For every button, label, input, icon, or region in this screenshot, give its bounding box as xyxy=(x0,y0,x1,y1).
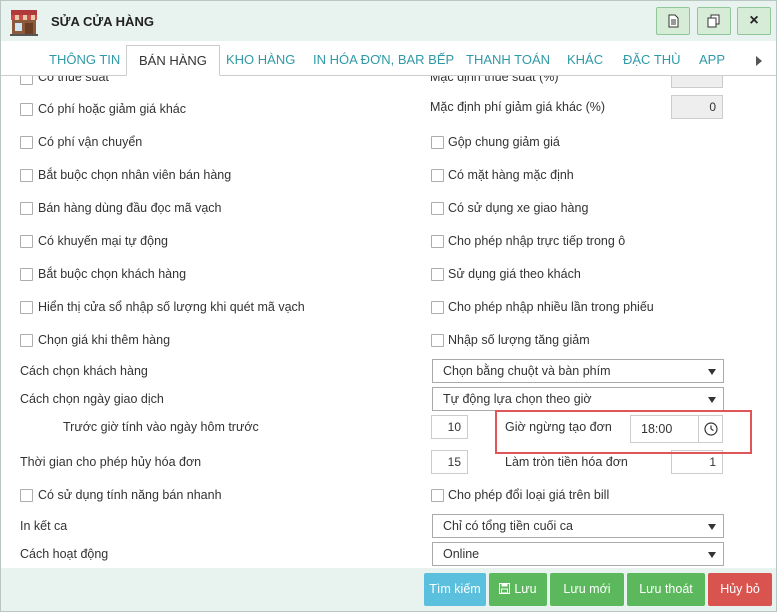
chevron-down-icon xyxy=(708,397,716,403)
tab-thanh-toan[interactable]: THANH TOÁN xyxy=(466,45,550,75)
label-qty-popup: Hiển thị cửa sổ nhập số lượng khi quét m… xyxy=(38,300,305,314)
checkbox-quick-sale[interactable] xyxy=(20,489,33,502)
label-direct-input: Cho phép nhập trực tiếp trong ô xyxy=(448,234,626,248)
checkbox-multi-input[interactable] xyxy=(431,301,444,314)
label-default-item: Có mặt hàng mặc định xyxy=(448,168,574,182)
checkbox[interactable] xyxy=(20,76,33,85)
checkbox-change-price-type[interactable] xyxy=(431,489,444,502)
label-barcode: Bán hàng dùng đầu đọc mã vạch xyxy=(38,201,222,215)
label-shift-print: In kết ca xyxy=(20,519,68,533)
tax-default-field[interactable] xyxy=(671,76,723,88)
label-multi-input: Cho phép nhập nhiều lần trong phiếu xyxy=(448,300,654,314)
search-button[interactable]: Tìm kiếm xyxy=(424,573,486,606)
checkbox-choose-price[interactable] xyxy=(20,334,33,347)
copy-button[interactable] xyxy=(697,7,731,35)
chevron-down-icon xyxy=(708,552,716,558)
before-hour-field[interactable]: 10 xyxy=(431,415,468,439)
copy-icon xyxy=(707,14,720,28)
title-bar: SỬA CỬA HÀNG × xyxy=(1,1,776,41)
trans-date-value: Tự động lựa chọn theo giờ xyxy=(443,392,592,406)
partial-label: Có thuế suất xyxy=(38,76,109,84)
close-button[interactable]: × xyxy=(737,7,771,35)
mode-select[interactable]: Online xyxy=(432,542,724,566)
print-button[interactable] xyxy=(656,7,690,35)
footer-bar: Tìm kiếm Lưu Lưu mới Lưu thoát Hủy bỏ xyxy=(1,568,776,611)
checkbox-require-staff[interactable] xyxy=(20,169,33,182)
edit-store-dialog: SỬA CỬA HÀNG × THÔNG TIN BÁN HÀNG KHO HÀ… xyxy=(0,0,777,612)
sales-settings-panel: Có thuế suất Mặc định thuế suất (%) Có p… xyxy=(1,76,776,566)
cancel-button[interactable]: Hủy bỏ xyxy=(708,573,772,606)
tab-scroll-right-icon[interactable] xyxy=(756,56,762,66)
label-qty-stepper: Nhập số lượng tăng giảm xyxy=(448,333,590,347)
shift-print-select[interactable]: Chỉ có tổng tiền cuối ca xyxy=(432,514,724,538)
trans-date-select[interactable]: Tự động lựa chọn theo giờ xyxy=(432,387,724,411)
store-icon xyxy=(10,10,38,36)
tab-kho-hang[interactable]: KHO HÀNG xyxy=(226,45,295,75)
label-delivery-vehicle: Có sử dụng xe giao hàng xyxy=(448,201,589,215)
chevron-down-icon xyxy=(708,369,716,375)
checkbox-qty-popup[interactable] xyxy=(20,301,33,314)
tab-thong-tin[interactable]: THÔNG TIN xyxy=(49,45,120,75)
cancel-time-field[interactable]: 15 xyxy=(431,450,468,474)
label-cancel-time: Thời gian cho phép hủy hóa đơn xyxy=(20,455,202,469)
tab-in-hoa-don[interactable]: IN HÓA ĐƠN, BAR BẾP xyxy=(313,45,454,75)
checkbox-other-fee[interactable] xyxy=(20,103,33,116)
shift-print-value: Chỉ có tổng tiền cuối ca xyxy=(443,519,573,533)
checkbox-auto-promo[interactable] xyxy=(20,235,33,248)
label-trans-date: Cách chọn ngày giao dịch xyxy=(20,392,164,406)
save-icon xyxy=(499,583,511,594)
tab-bar: THÔNG TIN BÁN HÀNG KHO HÀNG IN HÓA ĐƠN, … xyxy=(1,45,776,76)
label-merge-discount: Gộp chung giảm giá xyxy=(448,135,560,149)
label-auto-promo: Có khuyến mại tự động xyxy=(38,234,168,248)
checkbox-qty-stepper[interactable] xyxy=(431,334,444,347)
label-before-hour: Trước giờ tính vào ngày hôm trước xyxy=(63,420,259,434)
label-shipping-fee: Có phí vận chuyển xyxy=(38,135,143,149)
label-choose-price: Chọn giá khi thêm hàng xyxy=(38,333,171,347)
checkbox-customer-price[interactable] xyxy=(431,268,444,281)
partial-label: Mặc định thuế suất (%) xyxy=(430,76,559,84)
checkbox-direct-input[interactable] xyxy=(431,235,444,248)
label-mode: Cách hoạt động xyxy=(20,547,109,561)
tab-ban-hang[interactable]: BÁN HÀNG xyxy=(126,45,220,76)
checkbox-delivery-vehicle[interactable] xyxy=(431,202,444,215)
label-customer-price: Sử dụng giá theo khách xyxy=(448,267,581,281)
save-new-button[interactable]: Lưu mới xyxy=(550,573,624,606)
label-other-fee: Có phí hoặc giảm giá khác xyxy=(38,102,187,116)
save-button[interactable]: Lưu xyxy=(489,573,547,606)
checkbox-barcode[interactable] xyxy=(20,202,33,215)
checkbox-merge-discount[interactable] xyxy=(431,136,444,149)
label-discount-default: Mặc định phí giảm giá khác (%) xyxy=(430,100,606,114)
label-customer-select: Cách chọn khách hàng xyxy=(20,364,148,378)
checkbox-shipping-fee[interactable] xyxy=(20,136,33,149)
dialog-title: SỬA CỬA HÀNG xyxy=(51,14,154,29)
label-quick-sale: Có sử dụng tính năng bán nhanh xyxy=(38,488,222,502)
chevron-down-icon xyxy=(708,524,716,530)
checkbox-default-item[interactable] xyxy=(431,169,444,182)
tab-dac-thu[interactable]: ĐẶC THÙ xyxy=(623,45,681,75)
save-exit-button[interactable]: Lưu thoát xyxy=(627,573,705,606)
tab-app[interactable]: APP xyxy=(699,45,725,75)
checkbox-require-customer[interactable] xyxy=(20,268,33,281)
label-change-price-type: Cho phép đổi loại giá trên bill xyxy=(448,488,610,502)
mode-value: Online xyxy=(443,547,480,561)
highlight-box xyxy=(495,410,752,454)
save-label: Lưu xyxy=(514,582,537,596)
label-rounding: Làm tròn tiền hóa đơn xyxy=(505,455,628,469)
tab-khac[interactable]: KHÁC xyxy=(567,45,603,75)
label-require-customer: Bắt buộc chọn khách hàng xyxy=(38,267,187,281)
discount-default-field[interactable]: 0 xyxy=(671,95,723,119)
document-icon xyxy=(668,14,679,28)
customer-select[interactable]: Chọn bằng chuột và bàn phím xyxy=(432,359,724,383)
label-require-staff: Bắt buộc chọn nhân viên bán hàng xyxy=(38,168,232,182)
customer-select-value: Chọn bằng chuột và bàn phím xyxy=(443,364,611,378)
